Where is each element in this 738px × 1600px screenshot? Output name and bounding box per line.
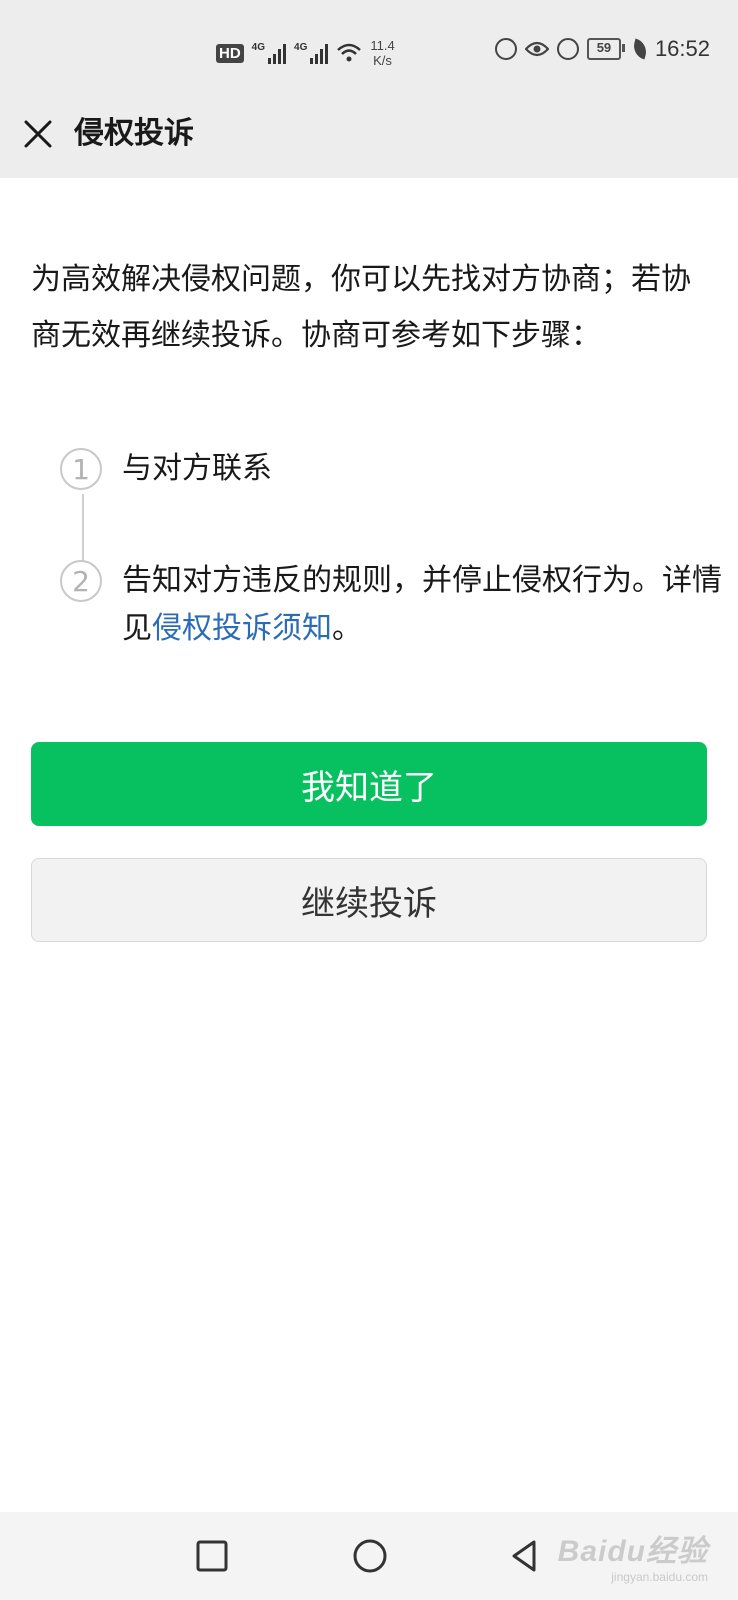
step-text-after: 。 [332,611,362,646]
step-number: 2 [60,560,102,602]
back-icon [512,1540,536,1572]
network-speed: 11.4 K/s [370,38,394,68]
nav-header: 侵权投诉 [0,96,738,178]
signal-icon: 4G [251,42,287,64]
hd-badge: HD [216,43,244,63]
battery-icon: 59 [586,38,625,60]
page-title: 侵权投诉 [74,116,194,151]
network-label: 4G [251,42,266,53]
continue-complaint-button[interactable]: 继续投诉 [31,858,707,942]
close-button[interactable] [18,114,58,154]
wifi-icon [337,43,362,62]
system-nav-bar: Baidu经验 jingyan.baidu.com [0,1512,738,1600]
leaf-icon [630,38,650,60]
eye-icon [524,41,549,57]
intro-text: 为高效解决侵权问题，你可以先找对方协商；若协商无效再继续投诉。协商可参考如下步骤… [31,262,691,353]
complaint-notice-link[interactable]: 侵权投诉须知 [152,611,332,646]
data-saver-icon [494,38,517,60]
alarm-icon [556,38,579,60]
status-left: HD 4G 4G 11.4 K/s [216,38,395,68]
step-number: 1 [60,448,102,490]
status-bar: HD 4G 4G 11.4 K/s 59 16:52 [0,0,738,106]
step-item: 2 告知对方违反的规则，并停止侵权行为。详情见侵权投诉须知。 [60,560,722,653]
baidu-watermark: Baidu经验 jingyan.baidu.com [558,1526,708,1584]
network-label: 4G [294,42,308,53]
signal-icon: 4G [294,42,329,64]
close-icon [24,120,52,148]
step-text: 告知对方违反的规则，并停止侵权行为。详情见侵权投诉须知。 [122,557,722,653]
speed-value: 11.4 [370,38,395,53]
step-item: 1 与对方联系 [60,448,722,493]
home-icon [353,1539,387,1573]
recent-apps-button[interactable] [190,1534,234,1578]
watermark-sub: jingyan.baidu.com [611,1570,708,1584]
status-right: 59 16:52 [494,36,710,62]
clock: 16:52 [654,36,710,61]
step-text: 与对方联系 [122,451,272,486]
watermark-text: Baidu经验 [557,1535,708,1568]
recent-apps-icon [196,1540,228,1572]
speed-unit: K/s [373,53,392,68]
got-it-button[interactable]: 我知道了 [31,742,707,826]
home-button[interactable] [348,1534,392,1578]
back-button[interactable] [504,1534,548,1578]
